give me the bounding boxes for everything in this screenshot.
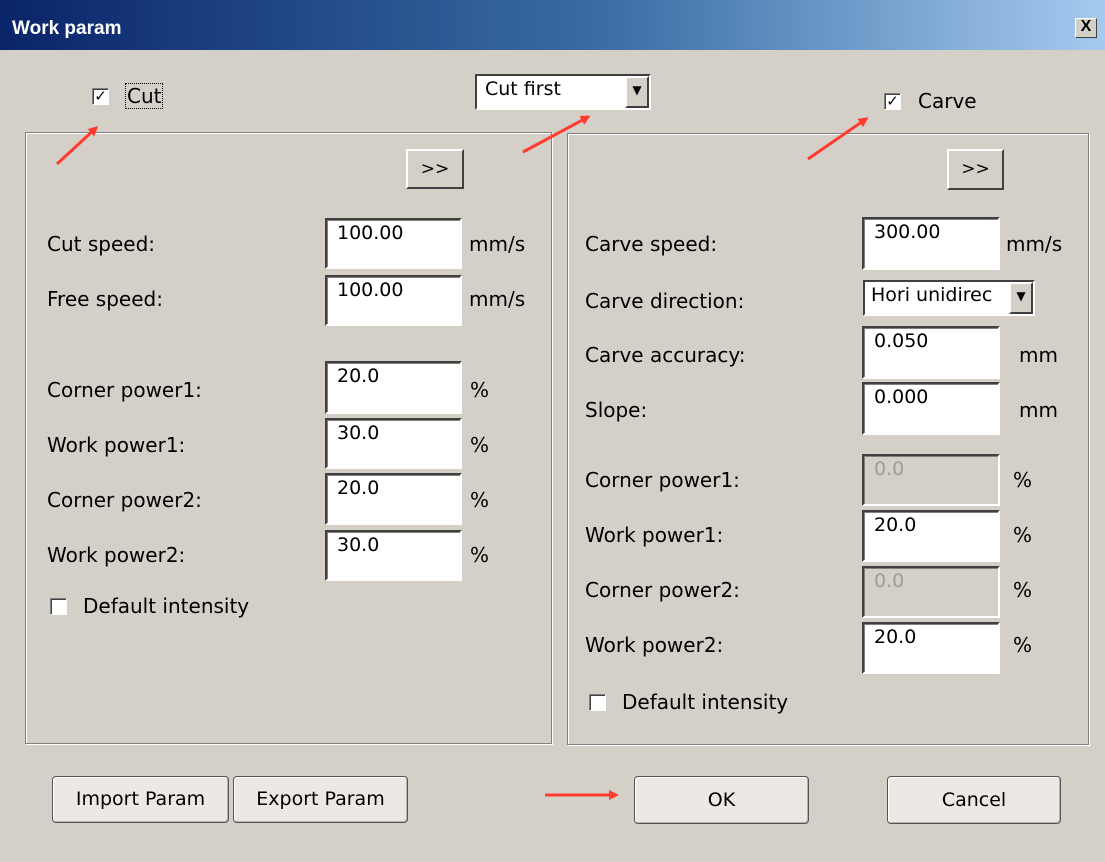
carve-default-intensity-label[interactable]: Default intensity — [622, 690, 788, 714]
checkmark-icon: ✓ — [94, 87, 107, 105]
work-param-dialog: Work param X ✓ Cut Cut first ▼ ✓ Carve >… — [0, 0, 1105, 862]
carve-corner-power2-label: Corner power2: — [585, 578, 740, 602]
carve-speed-label: Carve speed: — [585, 232, 718, 256]
slope-unit: mm — [1019, 398, 1058, 422]
cut-corner-power2-label: Corner power2: — [47, 488, 202, 512]
checkmark-icon: ✓ — [886, 92, 899, 110]
carve-work-power2-label: Work power2: — [585, 633, 724, 657]
ok-button[interactable]: OK — [634, 776, 809, 824]
cut-speed-label: Cut speed: — [47, 232, 155, 256]
carve-work-power1-label: Work power1: — [585, 523, 724, 547]
work-order-value: Cut first — [485, 78, 561, 100]
cut-corner-power2-unit: % — [470, 488, 490, 512]
carve-corner-power1-field: 0.0 — [862, 454, 1000, 506]
cut-default-intensity-checkbox[interactable] — [50, 598, 67, 615]
carve-corner-power1-label: Corner power1: — [585, 468, 740, 492]
free-speed-unit: mm/s — [469, 287, 526, 311]
cut-enable-checkbox[interactable]: ✓ — [92, 88, 109, 105]
carve-default-intensity-checkbox[interactable] — [589, 694, 606, 711]
carve-accuracy-label: Carve accuracy: — [585, 343, 746, 367]
cut-corner-power1-field[interactable]: 20.0 — [325, 361, 462, 414]
free-speed-label: Free speed: — [47, 287, 163, 311]
carve-corner-power2-unit: % — [1013, 578, 1033, 602]
cancel-button[interactable]: Cancel — [887, 776, 1061, 824]
window-title: Work param — [12, 18, 122, 39]
carve-work-power2-field[interactable]: 20.0 — [862, 622, 1000, 674]
cut-corner-power1-label: Corner power1: — [47, 378, 202, 402]
carve-accuracy-field[interactable]: 0.050 — [862, 326, 1000, 379]
cut-work-power2-label: Work power2: — [47, 543, 186, 567]
import-param-button[interactable]: Import Param — [52, 776, 229, 823]
carve-more-button[interactable]: >> — [947, 149, 1004, 190]
cut-speed-field[interactable]: 100.00 — [325, 218, 462, 269]
carve-work-power2-unit: % — [1013, 633, 1033, 657]
cut-speed-unit: mm/s — [469, 232, 526, 256]
cut-corner-power2-field[interactable]: 20.0 — [325, 473, 462, 525]
cut-work-power2-unit: % — [470, 543, 490, 567]
cut-default-intensity-label[interactable]: Default intensity — [83, 594, 249, 618]
slope-label: Slope: — [585, 398, 648, 422]
carve-corner-power2-field: 0.0 — [862, 566, 1000, 618]
carve-accuracy-unit: mm — [1019, 343, 1058, 367]
carve-enable-checkbox[interactable]: ✓ — [884, 93, 901, 110]
slope-field[interactable]: 0.000 — [862, 382, 1000, 435]
cut-work-power1-unit: % — [470, 433, 490, 457]
carve-work-power1-field[interactable]: 20.0 — [862, 510, 1000, 562]
export-param-button[interactable]: Export Param — [233, 776, 408, 823]
carve-speed-unit: mm/s — [1006, 232, 1063, 256]
free-speed-field[interactable]: 100.00 — [325, 275, 462, 326]
carve-direction-label: Carve direction: — [585, 289, 745, 313]
cut-more-button[interactable]: >> — [406, 149, 464, 189]
cut-work-power1-field[interactable]: 30.0 — [325, 418, 462, 469]
carve-direction-select[interactable]: Hori unidirec ▼ — [863, 280, 1035, 316]
dropdown-arrow-icon[interactable]: ▼ — [1009, 282, 1033, 314]
work-order-select[interactable]: Cut first ▼ — [475, 74, 651, 110]
close-button[interactable]: X — [1075, 18, 1097, 38]
carve-enable-label[interactable]: Carve — [918, 89, 977, 113]
dropdown-arrow-icon[interactable]: ▼ — [625, 76, 649, 108]
carve-speed-field[interactable]: 300.00 — [862, 217, 1000, 270]
cut-work-power2-field[interactable]: 30.0 — [325, 530, 462, 581]
title-bar[interactable]: Work param X — [0, 0, 1105, 50]
carve-corner-power1-unit: % — [1013, 468, 1033, 492]
cut-corner-power1-unit: % — [470, 378, 490, 402]
cut-enable-label[interactable]: Cut — [124, 83, 164, 109]
carve-direction-value: Hori unidirec — [871, 284, 993, 306]
cut-work-power1-label: Work power1: — [47, 433, 186, 457]
carve-work-power1-unit: % — [1013, 523, 1033, 547]
